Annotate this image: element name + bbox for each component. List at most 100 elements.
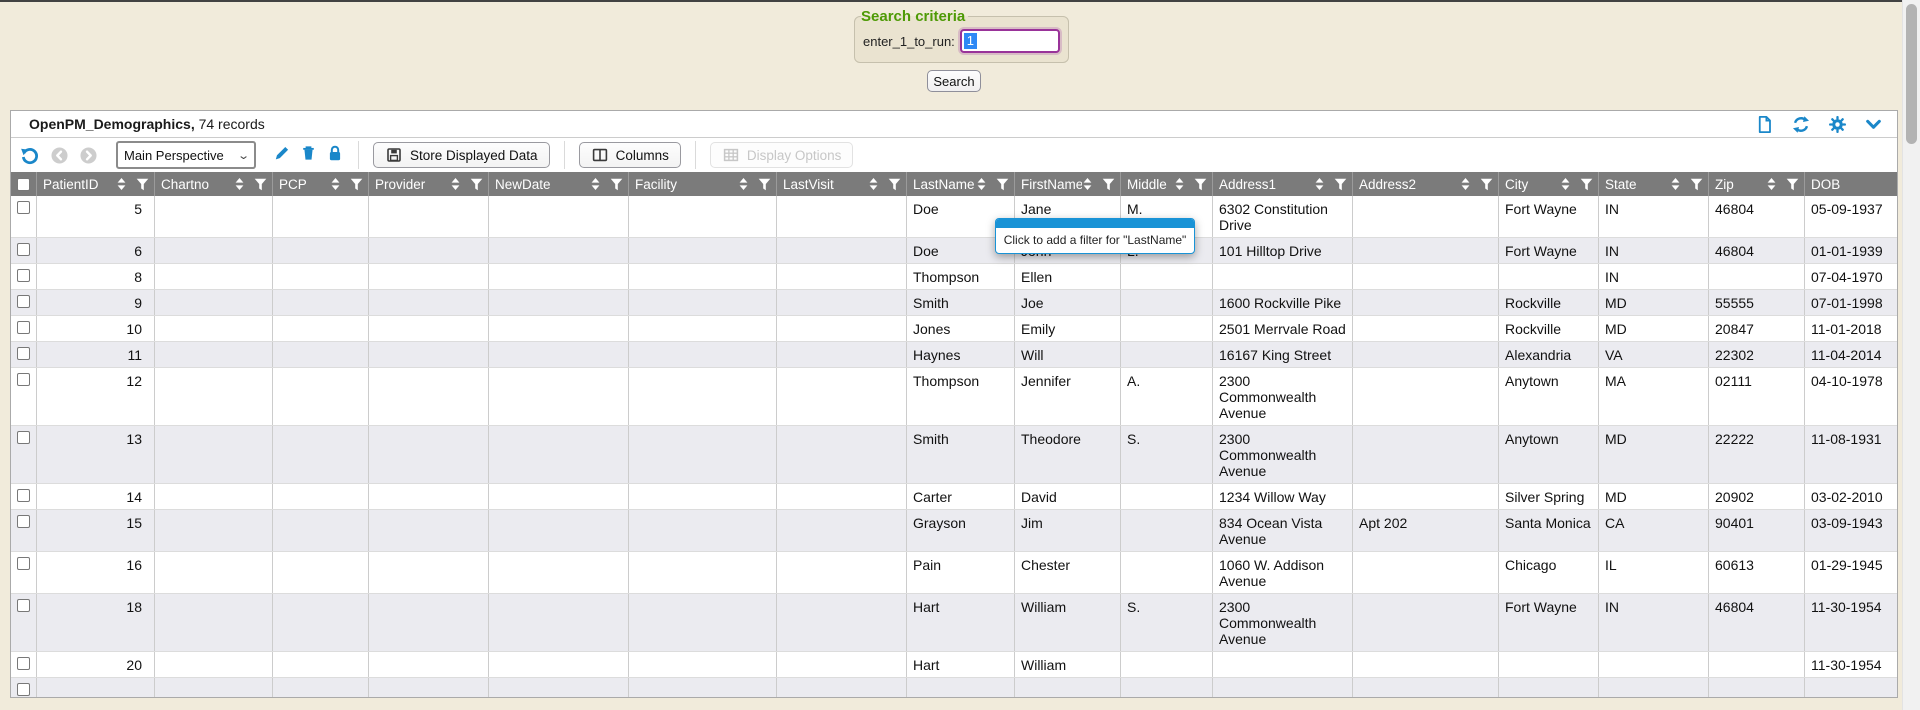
cell-lastvisit <box>777 316 907 341</box>
cell-facility <box>629 196 777 237</box>
filter-icon-pcp[interactable] <box>350 178 363 191</box>
new-document-icon[interactable] <box>1755 115 1774 134</box>
filter-icon-address1[interactable] <box>1334 178 1347 191</box>
column-header-address2[interactable]: Address2 <box>1353 172 1499 196</box>
column-header-patientid[interactable]: PatientID <box>37 172 155 196</box>
column-header-facility[interactable]: Facility <box>629 172 777 196</box>
column-label-firstname: FirstName <box>1021 177 1082 192</box>
toolbar-separator <box>358 141 359 169</box>
column-label-state: State <box>1605 177 1670 192</box>
run-input[interactable]: 1 <box>960 29 1060 53</box>
cell-city: Anytown <box>1499 368 1599 425</box>
row-checkbox[interactable] <box>17 599 30 612</box>
sort-icon-middle <box>1174 177 1185 191</box>
row-checkbox[interactable] <box>17 295 30 308</box>
results-panel: OpenPM_Demographics, 74 records Main Per… <box>10 110 1898 698</box>
row-checkbox[interactable] <box>17 683 30 696</box>
row-select-cell <box>11 238 37 263</box>
toolbar-separator <box>695 141 696 169</box>
cell-dob <box>1805 678 1897 698</box>
sort-icon-address2 <box>1460 177 1471 191</box>
column-label-newdate: NewDate <box>495 177 590 192</box>
store-displayed-data-button[interactable]: Store Displayed Data <box>373 142 550 168</box>
select-all-header[interactable] <box>11 172 37 196</box>
next-perspective-button[interactable] <box>77 144 99 166</box>
filter-tooltip-text: Click to add a filter for "LastName" <box>996 228 1194 253</box>
filter-icon-middle[interactable] <box>1194 178 1207 191</box>
page-scrollbar-thumb[interactable] <box>1906 4 1917 144</box>
delete-perspective-icon[interactable] <box>300 144 317 167</box>
cell-chartno <box>155 264 273 289</box>
filter-icon-provider[interactable] <box>470 178 483 191</box>
search-button[interactable]: Search <box>927 70 981 92</box>
cell-address2 <box>1353 238 1499 263</box>
edit-perspective-icon[interactable] <box>273 144 291 167</box>
column-header-city[interactable]: City <box>1499 172 1599 196</box>
row-checkbox[interactable] <box>17 489 30 502</box>
page-scrollbar-track[interactable] <box>1902 0 1920 710</box>
perspective-select[interactable]: Main Perspective⌄ <box>116 141 256 169</box>
row-checkbox[interactable] <box>17 431 30 444</box>
column-header-newdate[interactable]: NewDate <box>489 172 629 196</box>
filter-icon-newdate[interactable] <box>610 178 623 191</box>
column-label-patientid: PatientID <box>43 177 116 192</box>
cell-patientid: 12 <box>37 368 155 425</box>
row-checkbox[interactable] <box>17 515 30 528</box>
row-checkbox[interactable] <box>17 201 30 214</box>
previous-perspective-button[interactable] <box>48 144 70 166</box>
gear-icon[interactable] <box>1828 115 1847 134</box>
column-header-provider[interactable]: Provider <box>369 172 489 196</box>
row-checkbox[interactable] <box>17 557 30 570</box>
column-header-middle[interactable]: Middle <box>1121 172 1213 196</box>
row-checkbox[interactable] <box>17 243 30 256</box>
column-header-firstname[interactable]: FirstName <box>1015 172 1121 196</box>
filter-icon-zip[interactable] <box>1786 178 1799 191</box>
cell-city: Alexandria <box>1499 342 1599 367</box>
cell-lastvisit <box>777 196 907 237</box>
filter-icon-chartno[interactable] <box>254 178 267 191</box>
cell-address2 <box>1353 678 1499 698</box>
cell-city: Silver Spring <box>1499 484 1599 509</box>
row-checkbox[interactable] <box>17 347 30 360</box>
filter-icon-lastvisit[interactable] <box>888 178 901 191</box>
filter-icon-lastname[interactable] <box>996 178 1009 191</box>
column-header-lastname[interactable]: LastName <box>907 172 1015 196</box>
cell-lastname: Grayson <box>907 510 1015 551</box>
filter-icon-state[interactable] <box>1690 178 1703 191</box>
filter-icon-firstname[interactable] <box>1102 178 1115 191</box>
data-grid: PatientID ChartnoPCPProvider NewDate Facili… <box>11 172 1897 698</box>
column-header-lastvisit[interactable]: LastVisit <box>777 172 907 196</box>
column-header-zip[interactable]: Zip <box>1709 172 1805 196</box>
lock-perspective-icon[interactable] <box>326 144 344 167</box>
row-checkbox[interactable] <box>17 321 30 334</box>
cell-lastvisit <box>777 678 907 698</box>
columns-button[interactable]: Columns <box>579 142 681 168</box>
select-all-checkbox[interactable] <box>17 178 30 191</box>
filter-icon-city[interactable] <box>1580 178 1593 191</box>
cell-chartno <box>155 484 273 509</box>
sort-icon-chartno <box>234 177 245 191</box>
cell-newdate <box>489 290 629 315</box>
undo-button[interactable] <box>19 144 41 166</box>
filter-icon-facility[interactable] <box>758 178 771 191</box>
row-checkbox[interactable] <box>17 269 30 282</box>
refresh-icon[interactable] <box>1791 115 1811 134</box>
filter-icon-address2[interactable] <box>1480 178 1493 191</box>
cell-pcp <box>273 484 369 509</box>
row-checkbox[interactable] <box>17 373 30 386</box>
columns-icon <box>591 146 609 164</box>
filter-icon-patientid[interactable] <box>136 178 149 191</box>
column-header-pcp[interactable]: PCP <box>273 172 369 196</box>
column-header-address1[interactable]: Address1 <box>1213 172 1353 196</box>
cell-state: MA <box>1599 368 1709 425</box>
cell-zip: 46804 <box>1709 196 1805 237</box>
column-header-chartno[interactable]: Chartno <box>155 172 273 196</box>
display-options-button[interactable]: Display Options <box>710 142 854 168</box>
collapse-chevron-icon[interactable] <box>1864 115 1883 134</box>
column-header-state[interactable]: State <box>1599 172 1709 196</box>
grid-toolbar: Main Perspective⌄ Store Displayed Data C… <box>11 138 1897 172</box>
column-header-dob[interactable]: DOB <box>1805 172 1897 196</box>
cell-provider <box>369 368 489 425</box>
table-row: 15GraysonJim834 Ocean Vista AvenueApt 20… <box>11 510 1897 552</box>
row-checkbox[interactable] <box>17 657 30 670</box>
